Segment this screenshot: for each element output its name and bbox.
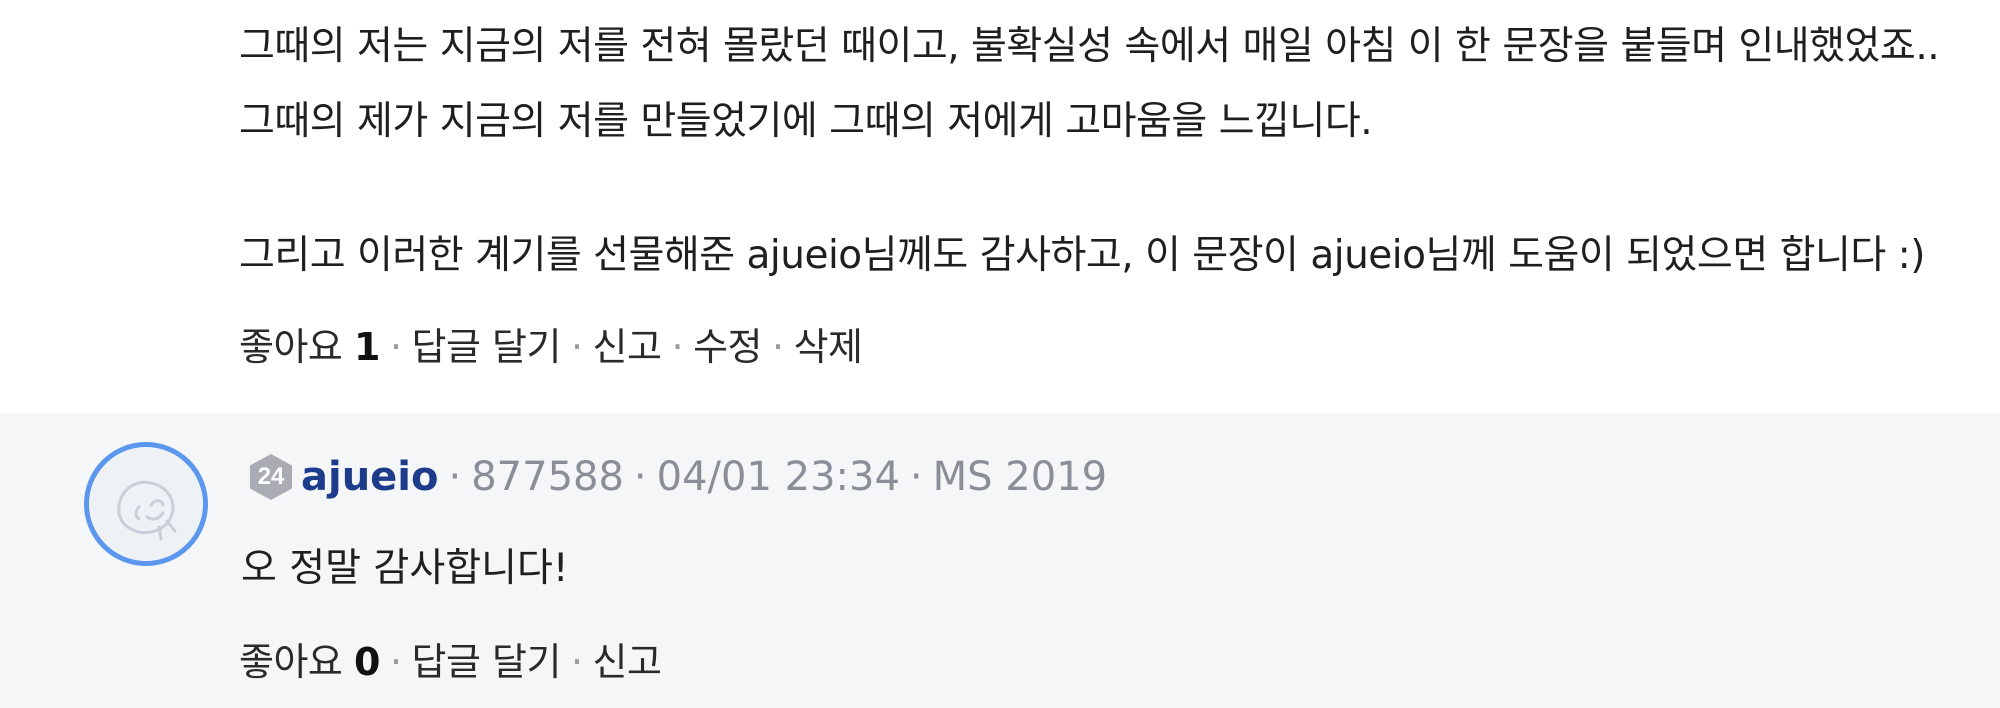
comment-text-line-3: 그리고 이러한 계기를 선물해준 ajueio님께도 감사하고, 이 문장이 a…: [239, 233, 1925, 278]
separator-dot: ·: [448, 454, 462, 500]
separator-dot: ·: [570, 325, 583, 369]
reply-meta: 24 ajueio · 877588 · 04/01 23:34 · MS 20…: [249, 451, 1107, 503]
delete-button[interactable]: 삭제: [794, 325, 863, 369]
like-button[interactable]: 좋아요 1: [239, 325, 380, 369]
user-tag: MS 2019: [932, 454, 1108, 500]
comment-actions: 좋아요 1 · 답글 달기 · 신고 · 수정 · 삭제: [239, 323, 863, 371]
username-link[interactable]: ajueio: [301, 454, 439, 500]
separator-dot: ·: [771, 325, 784, 369]
like-label: 좋아요: [239, 325, 343, 369]
avatar[interactable]: [84, 442, 208, 566]
separator-dot: ·: [389, 325, 402, 369]
like-count: 1: [353, 325, 380, 369]
comment-text-line-2: 그때의 제가 지금의 저를 만들었기에 그때의 저에게 고마움을 느낍니다.: [239, 99, 1373, 144]
reply-button[interactable]: 답글 달기: [412, 325, 562, 369]
reply-like-label: 좋아요: [239, 640, 343, 684]
comment-text-line-1: 그때의 저는 지금의 저를 전혀 몰랐던 때이고, 불확실성 속에서 매일 아침…: [239, 24, 1940, 69]
timestamp: 04/01 23:34: [656, 454, 900, 500]
separator-dot: ·: [909, 454, 923, 500]
edit-button[interactable]: 수정: [693, 325, 762, 369]
separator-dot: ·: [671, 325, 684, 369]
separator-dot: ·: [389, 640, 402, 684]
reply-reply-button[interactable]: 답글 달기: [412, 640, 562, 684]
separator-dot: ·: [570, 640, 583, 684]
reply-like-count: 0: [353, 640, 380, 684]
report-button[interactable]: 신고: [593, 325, 662, 369]
user-id: 877588: [471, 454, 624, 500]
reply-actions: 좋아요 0 · 답글 달기 · 신고: [239, 638, 662, 686]
level-number: 24: [257, 463, 285, 490]
comment: 그때의 저는 지금의 저를 전혀 몰랐던 때이고, 불확실성 속에서 매일 아침…: [0, 0, 2000, 413]
reply-text: 오 정말 감사합니다!: [241, 546, 569, 591]
separator-dot: ·: [633, 454, 647, 500]
avatar-image: [89, 447, 203, 561]
reply-like-button[interactable]: 좋아요 0: [239, 640, 380, 684]
level-badge: 24: [249, 453, 293, 501]
reply-report-button[interactable]: 신고: [593, 640, 662, 684]
